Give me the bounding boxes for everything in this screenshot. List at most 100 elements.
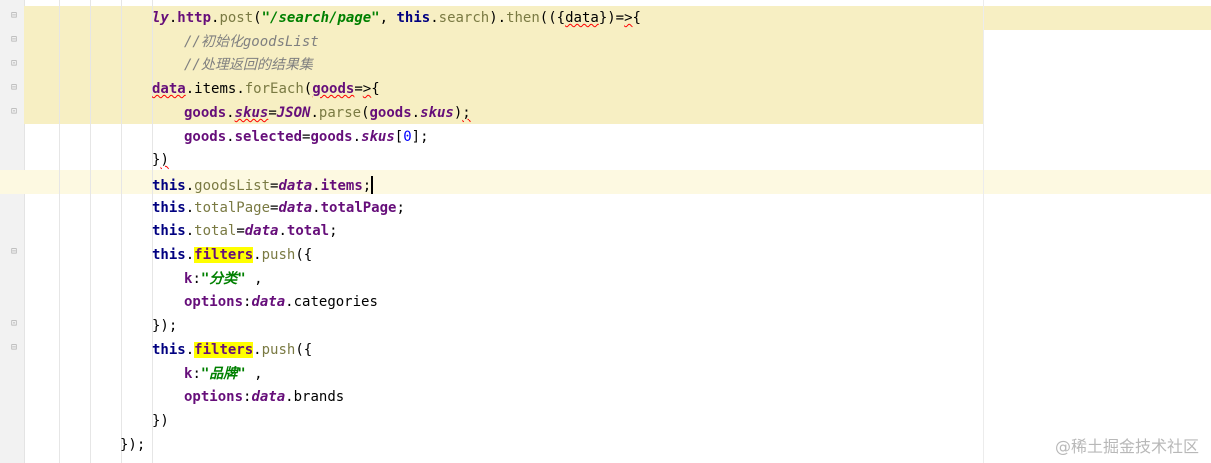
fold-end-icon[interactable]: ⊡	[8, 58, 20, 70]
code-line[interactable]: this.totalPage=data.totalPage;	[152, 196, 405, 220]
code-line[interactable]: this.total=data.total;	[152, 219, 338, 243]
code-token: totalPage	[194, 199, 271, 216]
code-token: items	[194, 81, 237, 98]
code-token: ({	[295, 247, 313, 263]
code-token: (	[253, 10, 262, 26]
code-line[interactable]: this.filters.push({	[152, 338, 312, 362]
indent-guide	[121, 0, 122, 463]
code-token: totalPage	[320, 199, 397, 216]
code-token: (	[303, 81, 313, 98]
right-margin-guide	[983, 0, 984, 463]
code-token: .	[352, 128, 362, 145]
code-token: .	[285, 389, 294, 406]
code-token: this	[152, 341, 186, 358]
code-token: "分类"	[200, 270, 246, 287]
code-line[interactable]: k:"分类" ,	[184, 267, 263, 291]
code-token: )	[160, 152, 169, 169]
code-token: =	[236, 223, 245, 240]
code-line[interactable]: data.items.forEach(goods=>{	[152, 77, 380, 101]
code-token: .	[185, 81, 195, 98]
code-token: ).	[489, 10, 507, 26]
code-token: post	[219, 10, 254, 26]
code-token: {	[632, 10, 641, 26]
code-token: .	[278, 223, 287, 240]
code-token: push	[261, 341, 296, 358]
code-token: selected	[234, 128, 303, 145]
code-token: skus	[234, 104, 269, 121]
code-line[interactable]: goods.skus=JSON.parse(goods.skus);	[184, 101, 471, 125]
code-token: options	[184, 389, 244, 406]
code-token: .	[236, 81, 245, 98]
fold-end-icon[interactable]: ⊡	[8, 106, 20, 118]
code-token: http	[177, 10, 212, 26]
code-token: .	[185, 223, 195, 240]
fold-minus-icon[interactable]: ⊟	[8, 34, 20, 46]
code-token: {	[371, 81, 380, 98]
fold-minus-icon[interactable]: ⊟	[8, 246, 20, 258]
code-token: this	[396, 10, 431, 26]
code-line[interactable]: //初始化goodsList	[184, 30, 319, 54]
code-token: skus	[420, 104, 454, 121]
code-token: this	[152, 247, 186, 263]
code-token: "/search/page"	[261, 10, 380, 26]
fold-minus-icon[interactable]: ⊟	[8, 82, 20, 94]
code-token: ,	[245, 270, 263, 287]
code-token: (	[361, 104, 370, 121]
code-token: ;	[329, 223, 338, 240]
code-token: ({	[295, 341, 313, 358]
code-token: data	[251, 294, 286, 311]
code-token: items	[320, 177, 363, 194]
code-line[interactable]: })	[152, 148, 169, 172]
code-line[interactable]: options:data.brands	[184, 385, 344, 409]
code-token: data	[278, 177, 313, 194]
code-line[interactable]: options:data.categories	[184, 290, 378, 314]
code-token: });	[152, 318, 178, 335]
code-token: =	[268, 104, 277, 121]
code-token: ];	[411, 128, 429, 145]
code-token: ,	[379, 10, 397, 26]
code-line[interactable]: //处理返回的结果集	[184, 53, 313, 77]
code-token: JSON	[276, 104, 311, 121]
code-token: .	[185, 247, 195, 263]
code-line[interactable]: });	[152, 314, 177, 338]
code-token: goods	[184, 128, 227, 145]
code-line[interactable]: })	[152, 409, 169, 433]
code-line[interactable]: k:"品牌" ,	[184, 362, 263, 386]
code-line[interactable]: this.filters.push({	[152, 243, 312, 267]
code-token: })=	[598, 10, 625, 26]
code-token: .	[411, 104, 421, 121]
code-token: options	[184, 294, 244, 311]
code-token: goodsList	[194, 177, 271, 194]
code-token: });	[120, 436, 146, 453]
code-line[interactable]: goods.selected=goods.skus[0];	[184, 125, 429, 149]
code-token: goods	[184, 104, 227, 121]
code-token: .	[185, 199, 195, 216]
code-token: data	[565, 10, 599, 26]
code-line[interactable]: this.goodsList=data.items;	[152, 172, 374, 196]
code-token: filters	[194, 247, 254, 263]
code-token: .	[253, 341, 262, 358]
code-token: ,	[245, 365, 263, 382]
code-token: :	[192, 270, 201, 287]
code-token: ly	[152, 10, 169, 26]
fold-end-icon[interactable]: ⊡	[8, 318, 20, 330]
code-token: push	[261, 247, 296, 263]
code-token: data	[152, 81, 186, 98]
fold-minus-icon[interactable]: ⊟	[8, 342, 20, 354]
indent-guide	[59, 0, 60, 463]
code-token: .	[430, 10, 439, 26]
code-token: ;	[362, 177, 372, 194]
code-token: =	[354, 81, 363, 98]
code-token: total	[286, 223, 330, 240]
text-cursor	[371, 175, 374, 194]
code-line[interactable]: });	[120, 433, 145, 457]
code-line[interactable]: ly.http.post("/search/page", this.search…	[152, 6, 641, 30]
fold-minus-icon[interactable]: ⊟	[8, 10, 20, 22]
code-token: (({	[539, 10, 566, 26]
code-token: this	[152, 177, 186, 194]
code-token: categories	[293, 294, 378, 311]
code-token: //处理返回的结果集	[184, 57, 313, 74]
code-token: goods	[369, 104, 412, 121]
code-token: .	[185, 177, 195, 194]
code-token: //初始化goodsList	[184, 33, 319, 50]
